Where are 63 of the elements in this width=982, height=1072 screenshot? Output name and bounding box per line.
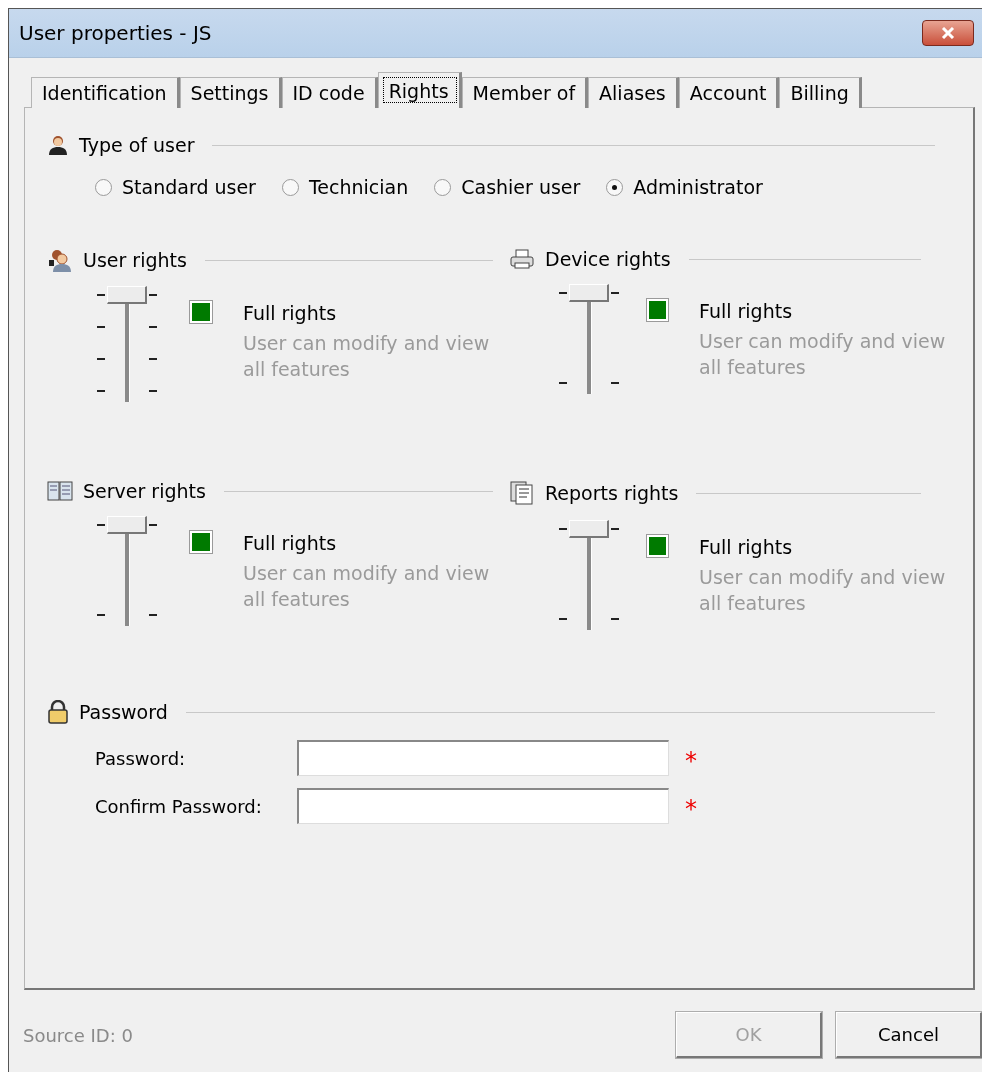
rights-label: Full rights (243, 531, 338, 556)
section-title: Device rights (545, 248, 671, 270)
slider-thumb[interactable] (569, 520, 609, 538)
radio-option[interactable]: Technician (281, 176, 409, 198)
tab[interactable]: Account (678, 77, 780, 108)
slider-thumb[interactable] (569, 284, 609, 302)
report-icon (509, 480, 535, 506)
vertical-slider[interactable] (557, 284, 617, 394)
radio-option[interactable]: Standard user (95, 176, 256, 198)
rights-label: Full rights (699, 299, 794, 324)
field-label: Confirm Password: (95, 795, 263, 817)
status-checkbox[interactable] (189, 530, 213, 554)
radio-button[interactable] (434, 178, 452, 196)
tab[interactable]: ID code (281, 77, 378, 108)
section-title: User rights (83, 249, 187, 271)
vertical-slider[interactable] (557, 520, 617, 630)
section-title: Server rights (83, 480, 206, 502)
server-icon (47, 480, 73, 502)
tab[interactable]: Identification (31, 77, 180, 108)
user-icon (47, 134, 69, 156)
section-title: Type of user (79, 134, 195, 156)
rights-description: User can modify and view all features (243, 561, 491, 612)
tab[interactable]: Billing (779, 77, 862, 108)
radio-label: Administrator (633, 176, 763, 198)
radio-button[interactable] (281, 178, 299, 196)
radio-button[interactable] (606, 178, 624, 196)
radio-option[interactable]: Cashier user (434, 176, 581, 198)
rights-description: User can modify and view all features (699, 329, 947, 380)
close-button[interactable] (922, 20, 974, 46)
required-mark: * (685, 794, 698, 821)
required-mark: * (685, 746, 698, 773)
field-label: Password: (95, 747, 187, 769)
users-icon (47, 248, 73, 272)
rights-label: Full rights (699, 535, 794, 560)
radio-label: Standard user (122, 176, 256, 198)
vertical-slider[interactable] (95, 516, 159, 626)
section-title: Password (79, 701, 168, 723)
status-checkbox[interactable] (646, 534, 669, 558)
tab[interactable]: Member of (461, 77, 589, 108)
section-title: Reports rights (545, 482, 679, 504)
rights-label: Full rights (243, 301, 338, 326)
status-checkbox[interactable] (189, 300, 213, 324)
slider-thumb[interactable] (107, 286, 147, 304)
printer-icon (509, 248, 535, 270)
window-title: User properties - JS (19, 21, 212, 45)
status-checkbox[interactable] (646, 298, 669, 322)
password-field[interactable] (297, 788, 669, 824)
rights-description: User can modify and view all features (243, 331, 491, 382)
tab[interactable]: Aliases (588, 77, 679, 108)
rights-description: User can modify and view all features (699, 565, 947, 616)
vertical-slider[interactable] (95, 286, 159, 402)
close-icon (941, 27, 955, 39)
dialog-button[interactable]: Cancel (836, 1012, 982, 1058)
tab[interactable]: Settings (179, 77, 282, 108)
radio-option[interactable]: Administrator (606, 176, 763, 198)
slider-thumb[interactable] (107, 516, 147, 534)
radio-label: Cashier user (461, 176, 581, 198)
password-field[interactable] (297, 740, 669, 776)
lock-icon (47, 700, 69, 724)
tab[interactable]: Rights (377, 72, 462, 108)
source-id: Source ID: 0 (23, 1024, 134, 1046)
radio-button[interactable] (95, 178, 112, 196)
radio-label: Technician (308, 176, 409, 198)
